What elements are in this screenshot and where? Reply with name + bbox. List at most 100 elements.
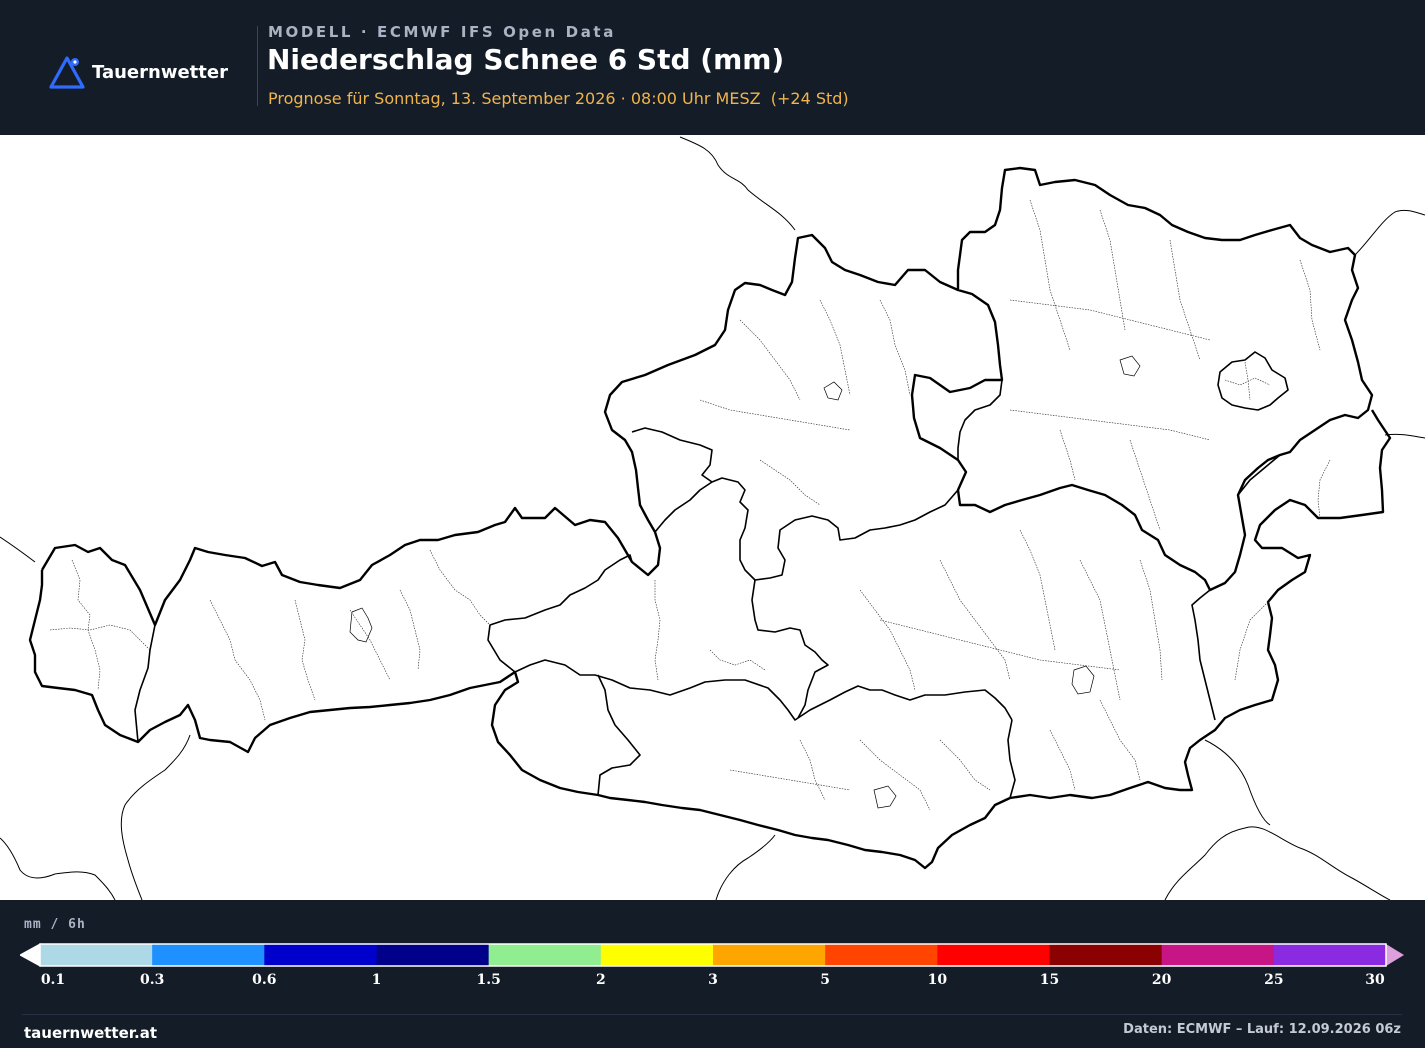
austria-map-svg	[0, 136, 1425, 900]
district-line	[209, 599, 266, 721]
border-germany-czech	[679, 136, 796, 231]
border-tirol-salzburg	[487, 554, 633, 673]
district-line	[1029, 199, 1071, 351]
state-borders	[134, 351, 1289, 799]
district-line	[1099, 209, 1126, 331]
page-title: Niederschlag Schnee 6 Std (mm)	[267, 43, 785, 76]
colorbar-segment	[264, 944, 377, 966]
colorbar-tick-label: 0.3	[139, 972, 165, 988]
colorbar-tick-label: 5	[820, 972, 831, 988]
district-line	[429, 549, 491, 626]
footer-divider	[22, 1014, 1402, 1015]
colorbar-tick-label: 25	[1264, 972, 1284, 988]
district-line	[939, 739, 991, 791]
colorbar-tick-label: 3	[708, 972, 718, 988]
district-graz	[1071, 665, 1095, 695]
colorbar-tick-label: 1	[371, 972, 382, 988]
colorbar-tick-label: 2	[595, 972, 606, 988]
colorbar-segment	[40, 944, 153, 966]
logo[interactable]: Tauernwetter	[48, 54, 228, 90]
district-innsbruck	[349, 607, 373, 643]
mountain-pin-icon	[49, 56, 85, 89]
colorbar-tick-label: 0.1	[40, 972, 66, 988]
district-line	[1009, 409, 1211, 441]
colorbar-segment	[152, 944, 265, 966]
district-line	[654, 580, 661, 681]
colorbar-tick-label: 15	[1039, 972, 1060, 988]
border-italy-slovenia	[715, 834, 776, 900]
neighbour-borders	[0, 136, 1425, 900]
district-line	[399, 589, 421, 671]
colorbar-segment	[376, 944, 490, 966]
district-line	[1169, 239, 1201, 361]
border-ooe-salzburg	[654, 477, 959, 581]
district-line	[1299, 259, 1321, 351]
border-hungary-slovenia	[1204, 739, 1271, 826]
district-line	[859, 739, 931, 811]
district-line	[709, 649, 766, 671]
data-credit: Daten: ECMWF – Lauf: 12.09.2026 06z	[1123, 1022, 1401, 1037]
district-line	[1224, 361, 1271, 401]
precipitation-map[interactable]	[0, 135, 1425, 900]
district-wels	[823, 381, 843, 401]
district-line	[1139, 559, 1163, 681]
district-line	[71, 559, 101, 691]
district-line	[759, 459, 821, 506]
border-ooe-west	[631, 427, 713, 483]
border-switzerland-south	[0, 837, 116, 900]
austria-outline	[40, 166, 1374, 627]
border-ooe-noe	[957, 379, 1003, 460]
district-line	[1019, 529, 1056, 651]
colorbar-segment	[488, 944, 602, 966]
model-line: MODELL · ECMWF IFS Open Data	[268, 23, 616, 41]
legend-footer: mm / 6h 0.1 0.3 0.6 1 1.5 2 3 5 10 15 20 25 30 tauer…	[0, 900, 1425, 1048]
header: Tauernwetter MODELL · ECMWF IFS Open Dat…	[0, 0, 1425, 135]
border-salzburg-steiermark	[751, 579, 829, 719]
district-line	[799, 739, 826, 801]
brand-name: Tauernwetter	[92, 61, 228, 83]
district-line	[939, 559, 1011, 681]
border-vorarlberg-tirol	[134, 624, 156, 743]
colorbar-segment	[1161, 944, 1275, 966]
legend-unit: mm / 6h	[24, 917, 86, 932]
border-noe-burgenland	[1237, 454, 1281, 496]
district-line	[879, 299, 911, 396]
district-klagenfurt	[873, 785, 897, 809]
district-line	[739, 319, 801, 401]
district-line	[1317, 459, 1331, 519]
colorbar-tick-label: 20	[1151, 972, 1172, 988]
border-noe-steiermark	[1191, 589, 1216, 721]
city-districts	[349, 355, 1141, 809]
colorbar-over-arrow	[1386, 944, 1404, 966]
colorbar-tick-label: 1.5	[476, 972, 501, 988]
district-line	[349, 609, 391, 681]
border-slovenia-croatia	[1164, 826, 1391, 900]
austria-outline-east	[28, 409, 1392, 870]
border-switzerland-italy	[120, 734, 191, 900]
district-line	[879, 619, 1121, 671]
district-line	[49, 624, 151, 651]
border-steiermark-kaernten-south	[1007, 719, 1016, 799]
colorbar-ticks: 0.1 0.3 0.6 1 1.5 2 3 5 10 15 20 25 30	[0, 972, 1425, 992]
colorbar-tick-label: 10	[927, 972, 948, 988]
colorbar-segment	[825, 944, 938, 966]
district-line	[1009, 299, 1211, 341]
district-line	[1099, 699, 1141, 781]
district-line	[729, 769, 851, 791]
district-line	[1049, 729, 1076, 791]
colorbar-tick-label: 30	[1365, 972, 1385, 988]
border-salzburg-kaernten	[514, 659, 1013, 721]
header-divider	[257, 26, 258, 106]
colorbar-segment	[1273, 944, 1387, 966]
colorbar-segment	[1049, 944, 1163, 966]
colorbar-segment	[600, 944, 714, 966]
district-line	[819, 299, 851, 396]
district-line	[294, 599, 316, 701]
district-line	[699, 399, 851, 431]
district-line	[859, 589, 916, 691]
colorbar	[20, 943, 1404, 967]
colorbar-segment	[713, 944, 826, 966]
site-link[interactable]: tauernwetter.at	[24, 1024, 157, 1042]
colorbar-tick-label: 0.6	[252, 972, 277, 988]
forecast-time: Prognose für Sonntag, 13. September 2026…	[268, 89, 849, 108]
